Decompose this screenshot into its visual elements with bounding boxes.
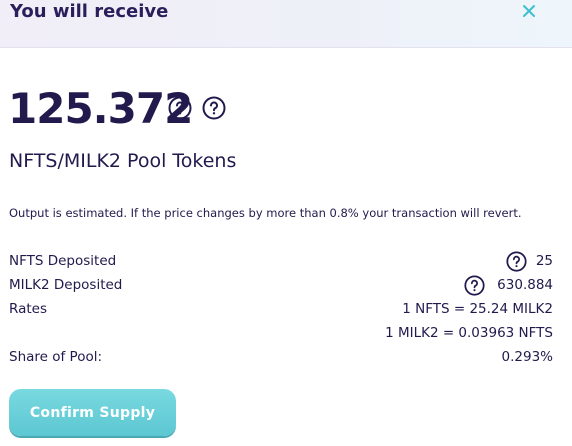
pool-token-label: NFTS/MILK2 Pool Tokens bbox=[9, 150, 237, 172]
help-circle-icon[interactable] bbox=[168, 96, 192, 120]
nfts-deposited-value: 25 bbox=[535, 253, 553, 269]
estimate-note: Output is estimated. If the price change… bbox=[9, 206, 522, 220]
confirm-supply-button[interactable]: Confirm Supply bbox=[9, 389, 176, 436]
rate-milk2-to-nfts: 1 MILK2 = 0.03963 NFTS bbox=[385, 325, 553, 341]
milk2-deposited-value: 630.884 bbox=[497, 277, 553, 293]
share-of-pool-value: 0.293% bbox=[501, 349, 553, 365]
help-circle-icon[interactable] bbox=[202, 96, 226, 120]
milk2-deposited-label: MILK2 Deposited bbox=[9, 277, 123, 293]
help-circle-icon[interactable] bbox=[506, 251, 527, 272]
nfts-deposited-label: NFTS Deposited bbox=[9, 253, 117, 269]
receive-amount: 125.372 bbox=[8, 84, 193, 133]
close-icon[interactable] bbox=[520, 2, 538, 20]
rates-label: Rates bbox=[9, 301, 47, 317]
help-circle-icon[interactable] bbox=[464, 275, 485, 296]
modal-header: You will receive bbox=[0, 0, 572, 48]
modal-title: You will receive bbox=[10, 1, 169, 22]
share-of-pool-label: Share of Pool: bbox=[9, 349, 103, 365]
rate-nfts-to-milk2: 1 NFTS = 25.24 MILK2 bbox=[402, 301, 553, 317]
